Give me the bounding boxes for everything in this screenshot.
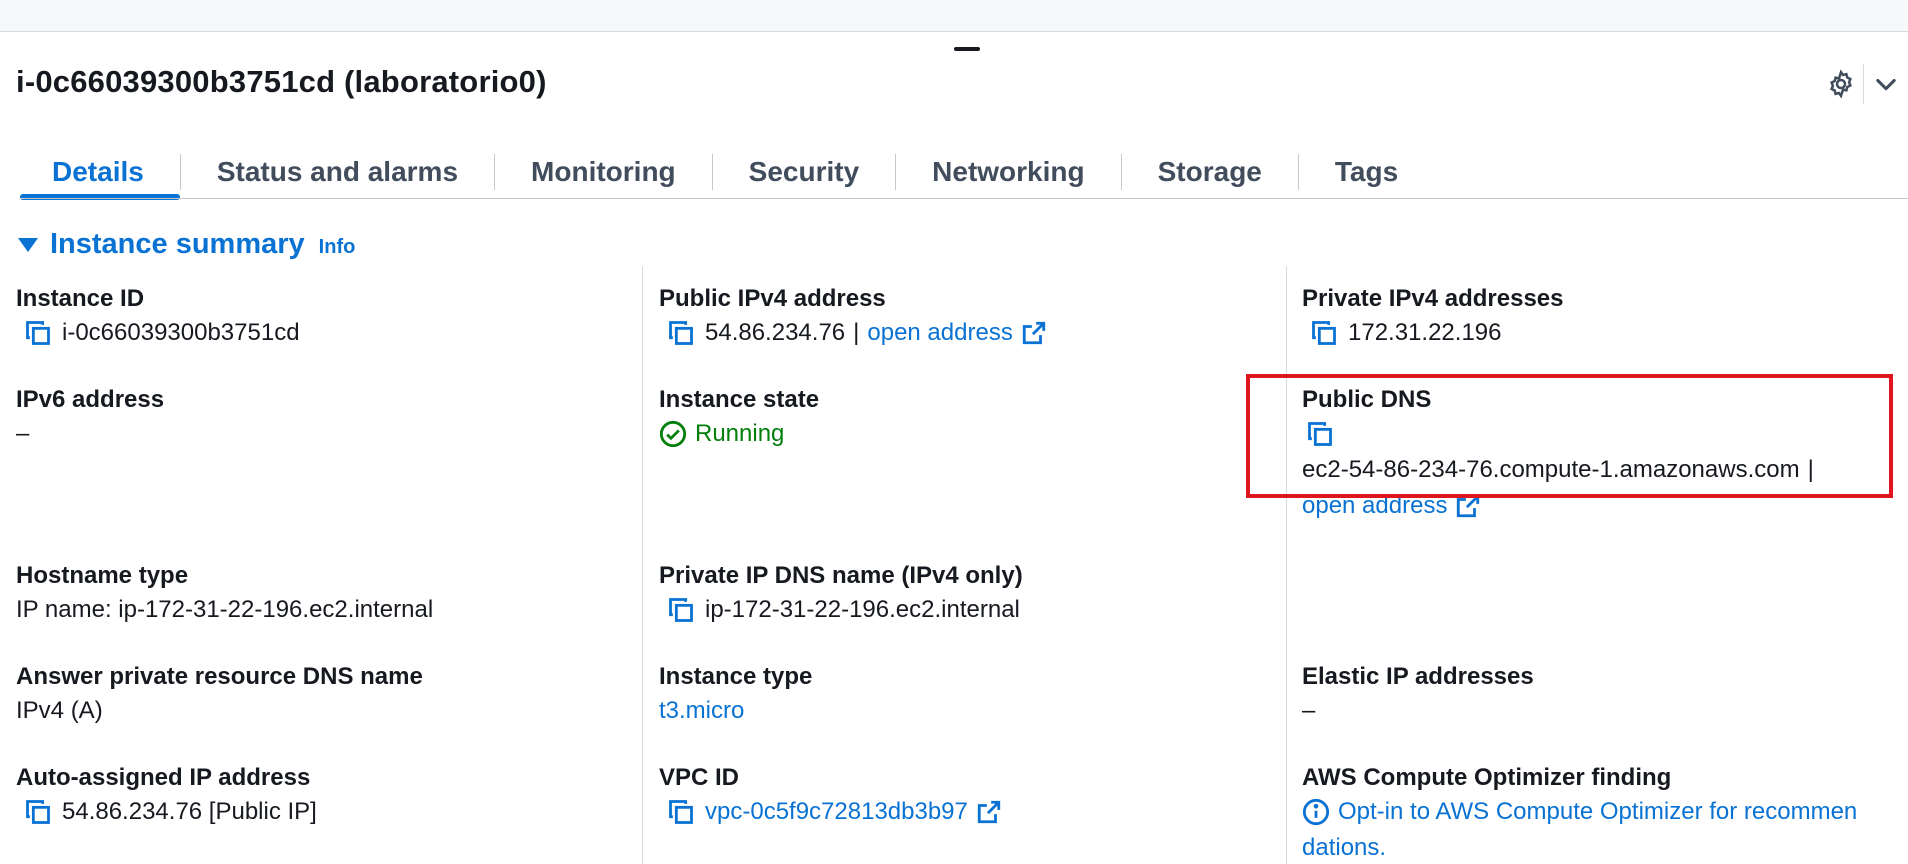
field-ipv6-address: IPv6 address – <box>16 384 164 452</box>
field-compute-optimizer: AWS Compute Optimizer finding Opt-in to … <box>1302 762 1857 864</box>
field-private-ipv4: Private IPv4 addresses 172.31.22.196 <box>1302 283 1564 351</box>
field-label: Public IPv4 address <box>659 285 886 312</box>
instance-title: i-0c66039300b3751cd (laboratorio0) <box>16 64 547 99</box>
panel-resize-handle[interactable] <box>954 47 980 51</box>
field-instance-id: Instance ID i-0c66039300b3751cd <box>16 283 300 351</box>
vpc-id-link[interactable]: vpc-0c5f9c72813db3b97 <box>705 794 968 830</box>
optimizer-link-continued[interactable]: dations. <box>1302 830 1857 864</box>
field-label: Private IPv4 addresses <box>1302 285 1564 312</box>
tab-monitoring[interactable]: Monitoring <box>495 144 712 200</box>
tab-details[interactable]: Details <box>20 144 180 200</box>
answer-dns-value: IPv4 (A) <box>16 697 103 724</box>
field-elastic-ip: Elastic IP addresses – <box>1302 661 1534 729</box>
field-label: IPv6 address <box>16 386 165 413</box>
copy-icon[interactable] <box>20 315 56 351</box>
field-value-row: 54.86.234.76 | open address <box>659 315 1047 351</box>
field-private-ip-dns: Private IP DNS name (IPv4 only) ip-172-3… <box>659 560 1023 628</box>
tab-networking[interactable]: Networking <box>896 144 1120 200</box>
copy-icon[interactable] <box>20 794 56 830</box>
open-address-link[interactable]: open address <box>867 315 1012 351</box>
field-answer-private-dns: Answer private resource DNS name IPv4 (A… <box>16 661 423 729</box>
field-value-row: 172.31.22.196 <box>1302 315 1564 351</box>
field-public-ipv4: Public IPv4 address 54.86.234.76 | open … <box>659 283 1047 351</box>
hostname-type-value: IP name: ip-172-31-22-196.ec2.internal <box>16 596 434 623</box>
field-hostname-type: Hostname type IP name: ip-172-31-22-196.… <box>16 560 433 628</box>
field-label: Instance type <box>659 663 813 690</box>
instance-id-value: i-0c66039300b3751cd <box>62 319 300 346</box>
field-value-row: vpc-0c5f9c72813db3b97 <box>659 794 1002 830</box>
field-label: Instance ID <box>16 285 145 312</box>
check-circle-icon <box>659 420 687 448</box>
private-dns-value: ip-172-31-22-196.ec2.internal <box>705 596 1020 623</box>
detail-tabs: Details Status and alarms Monitoring Sec… <box>20 144 1434 200</box>
external-link-icon[interactable] <box>1021 320 1047 346</box>
field-instance-type: Instance type t3.micro <box>659 661 812 729</box>
top-band <box>0 0 1908 32</box>
public-dns-highlight-box <box>1246 374 1893 498</box>
section-title[interactable]: Instance summary <box>50 228 305 261</box>
copy-icon[interactable] <box>663 592 699 628</box>
private-ipv4-value: 172.31.22.196 <box>1348 319 1502 346</box>
public-ipv4-value: 54.86.234.76 <box>705 319 846 346</box>
auto-ip-value: 54.86.234.76 [Public IP] <box>62 798 317 825</box>
instance-summary-header[interactable]: Instance summary Info <box>18 228 355 261</box>
copy-icon[interactable] <box>1306 315 1342 351</box>
tab-status-and-alarms[interactable]: Status and alarms <box>181 144 494 200</box>
instance-type-link[interactable]: t3.micro <box>659 693 812 729</box>
header-actions <box>1819 62 1908 106</box>
field-value-row: Running <box>659 416 819 452</box>
info-circle-icon <box>1302 798 1330 826</box>
field-value-row: 54.86.234.76 [Public IP] <box>16 794 317 830</box>
instance-state-value: Running <box>695 420 785 447</box>
field-label: Auto-assigned IP address <box>16 764 311 791</box>
copy-icon[interactable] <box>663 315 699 351</box>
copy-icon[interactable] <box>663 794 699 830</box>
field-label: Elastic IP addresses <box>1302 663 1534 690</box>
info-link[interactable]: Info <box>319 236 356 259</box>
field-vpc-id: VPC ID vpc-0c5f9c72813db3b97 <box>659 762 1002 830</box>
tab-security[interactable]: Security <box>713 144 896 200</box>
field-label: AWS Compute Optimizer finding <box>1302 764 1672 791</box>
elastic-ip-value: – <box>1302 697 1316 724</box>
value-separator: | <box>853 319 860 346</box>
chevron-down-icon[interactable] <box>1864 62 1908 106</box>
field-value-row: i-0c66039300b3751cd <box>16 315 300 351</box>
field-label: VPC ID <box>659 764 740 791</box>
tabs-divider <box>20 198 1908 199</box>
column-divider <box>1286 266 1287 864</box>
field-label: Hostname type <box>16 562 189 589</box>
field-instance-state: Instance state Running <box>659 384 819 452</box>
tab-storage[interactable]: Storage <box>1122 144 1298 200</box>
field-label: Private IP DNS name (IPv4 only) <box>659 562 1023 589</box>
caret-down-icon[interactable] <box>18 237 38 252</box>
gear-icon[interactable] <box>1819 62 1863 106</box>
field-value-row: ip-172-31-22-196.ec2.internal <box>659 592 1023 628</box>
field-label: Instance state <box>659 386 820 413</box>
external-link-icon[interactable] <box>976 799 1002 825</box>
column-divider <box>642 266 643 864</box>
tab-tags[interactable]: Tags <box>1299 144 1434 200</box>
field-auto-assigned-ip: Auto-assigned IP address 54.86.234.76 [P… <box>16 762 317 830</box>
ipv6-value: – <box>16 420 30 447</box>
field-value-row: Opt-in to AWS Compute Optimizer for reco… <box>1302 794 1857 830</box>
optimizer-link[interactable]: Opt-in to AWS Compute Optimizer for reco… <box>1338 794 1857 830</box>
field-label: Answer private resource DNS name <box>16 663 423 690</box>
